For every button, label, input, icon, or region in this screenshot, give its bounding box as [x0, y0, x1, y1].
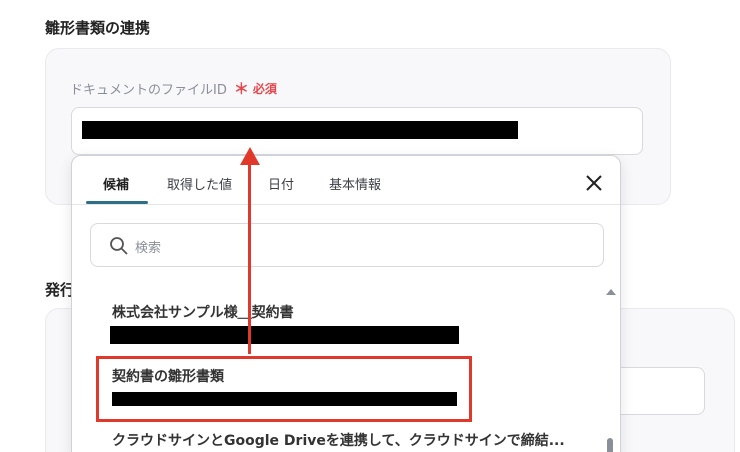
close-icon[interactable] — [584, 173, 604, 193]
field-input-2[interactable] — [610, 367, 705, 415]
list-item-title[interactable]: 株式会社サンプル様＿契約書 — [112, 302, 294, 322]
annotation-arrow-line — [248, 164, 251, 354]
tab-acquired-values[interactable]: 取得した値 — [167, 174, 232, 193]
search-icon — [109, 236, 129, 256]
required-text: 必須 — [252, 82, 277, 96]
scrollbar-thumb[interactable] — [607, 438, 613, 452]
required-mark: ＊ — [233, 80, 249, 98]
dropdown-tabs: 候補 取得した値 日付 基本情報 — [72, 156, 620, 205]
list-item-title[interactable]: クラウドサインとGoogle Driveを連携して、クラウドサインで締結... — [112, 430, 565, 450]
scroll-up-arrow[interactable] — [606, 289, 616, 295]
search-placeholder: 検索 — [135, 241, 162, 256]
annotation-arrow-head — [240, 147, 260, 165]
section-title: 雛形書類の連携 — [45, 19, 151, 37]
active-tab-underline — [86, 201, 148, 204]
field-label: ドキュメントのファイルID ＊ 必須 — [70, 78, 277, 99]
annotation-highlight-box — [96, 356, 472, 422]
tab-basic-info[interactable]: 基本情報 — [329, 174, 381, 193]
tab-candidates[interactable]: 候補 — [103, 174, 129, 193]
search-input[interactable]: 検索 — [90, 223, 604, 267]
field-label-text: ドキュメントのファイルID — [70, 83, 227, 98]
section2-title: 発行 — [45, 281, 74, 299]
file-id-input[interactable] — [71, 107, 643, 155]
tab-date[interactable]: 日付 — [268, 174, 294, 193]
redacted-item-value — [110, 326, 459, 344]
redacted-value — [82, 121, 518, 139]
